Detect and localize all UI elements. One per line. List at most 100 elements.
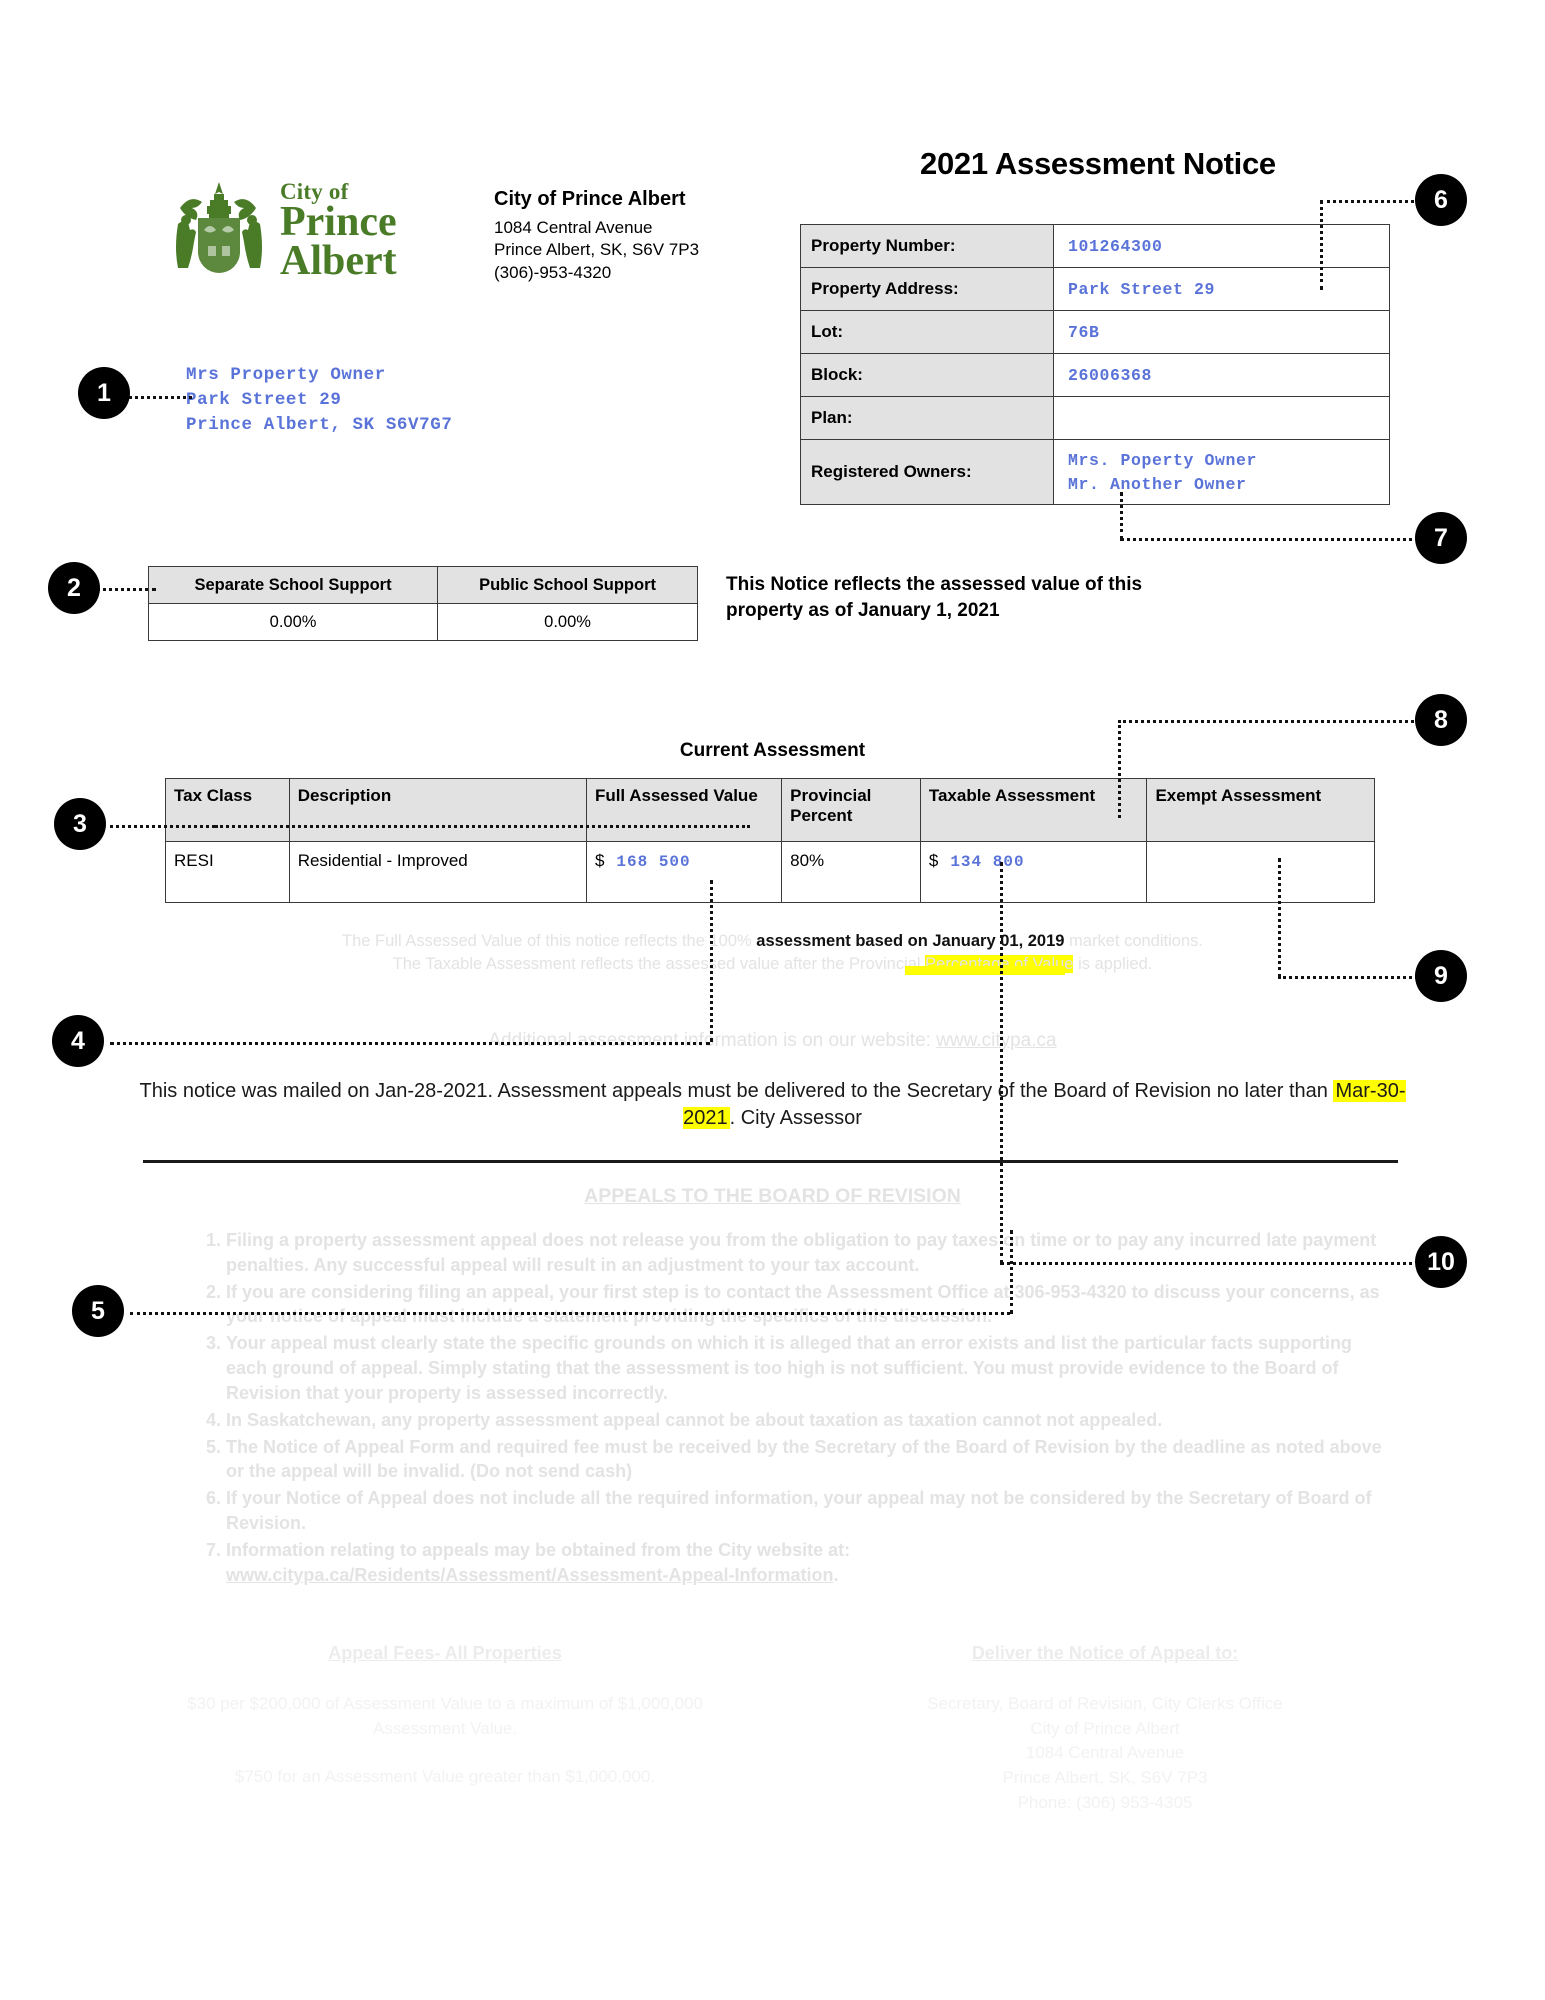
mailing-address-line1: Mrs Property Owner [186,365,386,385]
mailing-address-line2: Park Street 29 [186,389,342,410]
school-support-table: Separate School Support Public School Su… [147,566,698,641]
public-school-support-header: Public School Support [437,566,698,604]
current-assessment-title: Current Assessment [679,740,866,761]
cell-provincial-percent: 80% [781,841,921,903]
block-value: 26006368 [1053,353,1390,397]
city-address-line1: 1084 Central Avenue [494,218,653,237]
leader-line-9 [1278,976,1423,979]
table-header-row: Separate School Support Public School Su… [147,566,698,604]
notice-reflects-line2: property as of January 1, 2021 [726,600,1000,622]
appeal-fees-block: Appeal Fees- All Properties $30 per $200… [140,1640,750,1790]
leader-line-5 [130,1312,1010,1315]
header-provincial-percent: Provincial Percent [781,778,921,842]
leader-line-4v [710,880,713,1042]
currency-symbol: $ [594,851,605,870]
leader-line-4 [110,1042,710,1045]
table-header-row: Tax Class Description Full Assessed Valu… [165,778,1375,842]
highlight-assessment-date [905,966,1065,975]
city-phone: (306)-953-4320 [494,262,612,282]
list-item: The Notice of Appeal Form and required f… [226,1435,1382,1485]
annotation-marker-3[interactable]: 3 [54,798,106,850]
leader-line-5v [1010,1230,1013,1314]
annotation-marker-8[interactable]: 8 [1415,694,1467,746]
website-info-line: Additional assessment information is on … [0,1030,1545,1052]
city-name: City of Prince Albert [494,188,686,210]
taxable-amount: 134 800 [950,853,1025,871]
deliver-line4: Prince Albert, SK, S6V 7P3 [1002,1768,1208,1788]
annotation-marker-1[interactable]: 1 [78,367,130,419]
table-row: Block: 26006368 [800,353,1390,397]
leader-line-9v [1278,858,1281,978]
property-address-value: Park Street 29 [1053,267,1390,311]
appeal-information-link[interactable]: www.citypa.ca/Residents/Assessment/Asses… [226,1565,834,1585]
deliver-line5: Phone: (306) 953-4305 [1017,1792,1193,1812]
appeals-item7-lead: Information relating to appeals may be o… [226,1539,851,1560]
leader-line-10v [1000,862,1003,1264]
page-title: 2021 Assessment Notice [920,146,1276,181]
logo-line-albert: Albert [280,237,397,284]
registered-owners-label: Registered Owners: [800,439,1054,505]
city-logo-wordmark: City of Prince Albert [280,180,397,284]
block-label: Block: [800,353,1054,397]
website-url-link[interactable]: www.citypa.ca [936,1030,1056,1051]
annotation-marker-7[interactable]: 7 [1415,512,1467,564]
mailed-notice-part1: This notice was mailed on Jan-28-2021. A… [139,1080,1334,1102]
city-logo: City of Prince Albert [160,178,410,281]
cell-full-assessed-value: $168 500 [585,841,783,903]
assessment-notice-page: City of Prince Albert City of Prince Alb… [0,0,1545,2000]
fine-print-block: The Full Assessed Value of this notice r… [0,930,1545,977]
current-assessment-table: Tax Class Description Full Assessed Valu… [165,778,1375,903]
notice-reflects-text: This Notice reflects the assessed value … [726,572,1236,624]
header-full-assessed-value: Full Assessed Value [585,778,783,842]
list-item: In Saskatchewan, any property assessment… [226,1408,1382,1433]
deliver-line2: City of Prince Albert [1030,1718,1180,1738]
annotation-marker-10[interactable]: 10 [1415,1236,1467,1288]
table-row: Plan: [800,396,1390,440]
city-contact-block: City of Prince Albert 1084 Central Avenu… [494,188,794,284]
fine-print-2b: is applied. [1073,955,1153,974]
plan-value [1053,396,1390,440]
annotation-marker-4[interactable]: 4 [52,1015,104,1067]
city-crest-icon [176,182,262,273]
deliver-line3: 1084 Central Avenue [1025,1743,1185,1763]
header-tax-class: Tax Class [165,778,290,842]
fine-print-1c: market conditions. [1064,932,1203,950]
full-assessed-amount: 168 500 [616,853,691,871]
fine-print-1a: The Full Assessed Value of this notice r… [342,932,757,950]
separate-school-support-header: Separate School Support [147,566,439,604]
cell-exempt-assessment [1146,841,1375,903]
table-row: RESI Residential - Improved $168 500 80%… [165,841,1375,903]
leader-line-7v [1120,492,1123,540]
deliver-notice-block: Deliver the Notice of Appeal to: Secreta… [800,1640,1410,1815]
cell-tax-class: RESI [165,841,290,903]
appeal-fees-line1: $30 per $200,000 of Assessment Value to … [187,1694,703,1738]
notice-reflects-line1: This Notice reflects the assessed value … [726,574,1143,595]
list-item: If you are considering filing an appeal,… [226,1280,1382,1330]
cell-description: Residential - Improved [288,841,587,903]
mailed-notice-part2: . City Assessor [729,1107,862,1130]
fine-print-1b: assessment based on [756,932,933,950]
table-row: Lot: 76B [800,310,1390,354]
appeals-ordered-list: Filing a property assessment appeal does… [182,1228,1382,1588]
deliver-line1: Secretary, Board of Revision, City Clerk… [927,1694,1283,1714]
property-details-table: Property Number: 101264300 Property Addr… [800,224,1390,505]
deliver-heading: Deliver the Notice of Appeal to: [971,1643,1239,1663]
mailing-address-line3: Prince Albert, SK S6V7G7 [186,414,453,435]
annotation-marker-9[interactable]: 9 [1415,950,1467,1002]
leader-line-6 [1320,200,1420,203]
fine-print-assessment-date: January 01, 2019 [932,932,1065,950]
annotation-marker-2[interactable]: 2 [48,562,100,614]
annotation-marker-5[interactable]: 5 [72,1285,124,1337]
currency-symbol: $ [928,851,939,870]
table-row: 0.00% 0.00% [147,603,698,641]
leader-line-8v [1118,720,1121,818]
appeal-fees-line2: $750 for an Assessment Value greater tha… [234,1767,656,1787]
list-item: Your appeal must clearly state the speci… [226,1331,1382,1405]
table-row: Property Address: Park Street 29 [800,267,1390,311]
separate-school-support-value: 0.00% [147,603,439,641]
leader-line-6v [1320,200,1323,290]
public-school-support-value: 0.00% [437,603,698,641]
plan-label: Plan: [800,396,1054,440]
annotation-marker-6[interactable]: 6 [1415,174,1467,226]
